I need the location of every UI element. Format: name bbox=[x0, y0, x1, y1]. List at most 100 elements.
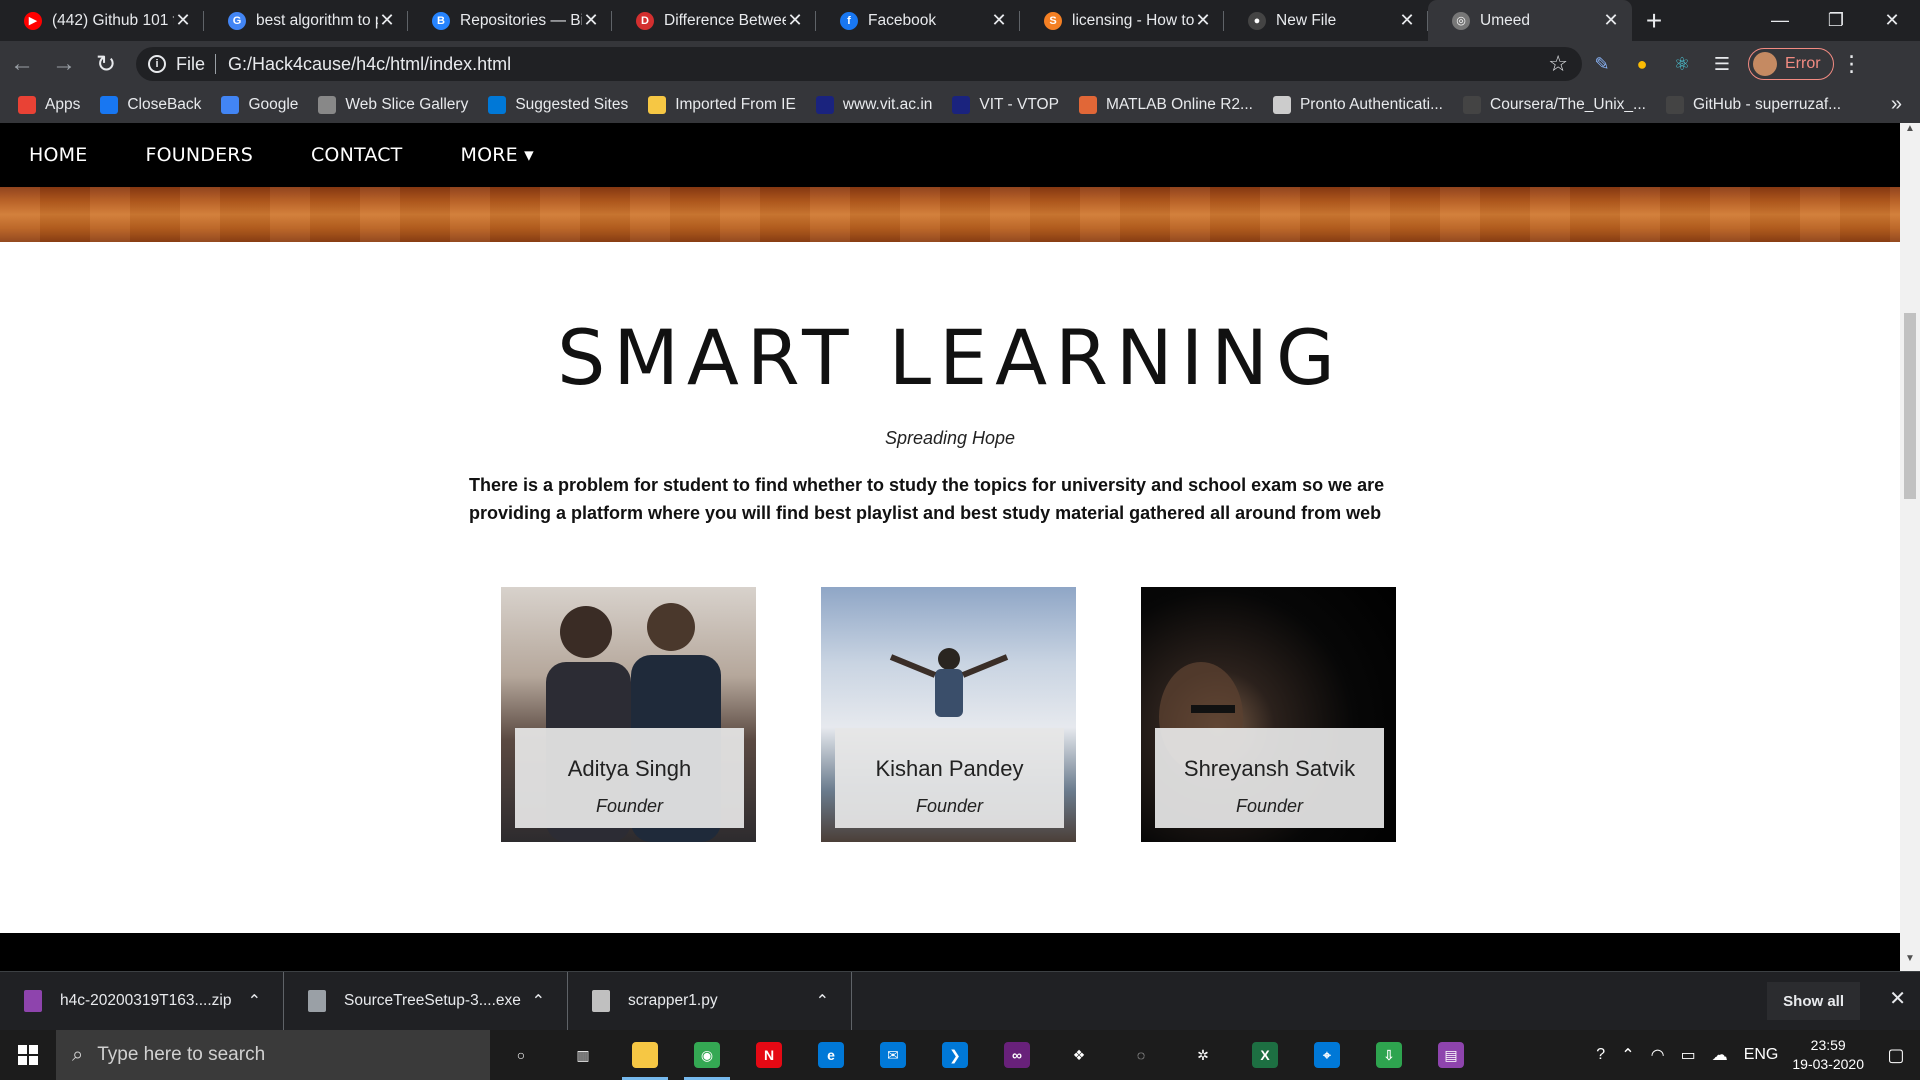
language-indicator[interactable]: ENG bbox=[1744, 1046, 1779, 1064]
file-explorer-icon[interactable] bbox=[614, 1030, 676, 1080]
avatar bbox=[1753, 52, 1777, 76]
browser-tab[interactable]: B Repositories — Bit ✕ bbox=[408, 0, 612, 41]
clock[interactable]: 23:59 19-03-2020 bbox=[1792, 1036, 1864, 1074]
download-list: h4c-20200319T163....zip ⌃ SourceTreeSetup-… bbox=[0, 971, 852, 1031]
chrome-icon[interactable]: ◉ bbox=[676, 1030, 738, 1080]
download-item[interactable]: SourceTreeSetup-3....exe ⌃ bbox=[284, 971, 568, 1031]
ring-app-icon[interactable]: ◌ bbox=[1110, 1030, 1172, 1080]
close-tab-icon[interactable]: ✕ bbox=[582, 10, 600, 31]
browser-tab[interactable]: ● New File ✕ bbox=[1224, 0, 1428, 41]
dropbox-icon[interactable]: ❖ bbox=[1048, 1030, 1110, 1080]
bookmark-item[interactable]: Suggested Sites bbox=[488, 96, 628, 114]
show-all-downloads-button[interactable]: Show all bbox=[1767, 982, 1860, 1020]
google-icon bbox=[221, 96, 240, 114]
close-tab-icon[interactable]: ✕ bbox=[990, 10, 1008, 31]
download-item[interactable]: scrapper1.py ⌃ bbox=[568, 971, 852, 1031]
forward-icon[interactable]: → bbox=[44, 44, 84, 84]
download-filename: scrapper1.py bbox=[628, 992, 718, 1009]
bookmark-item[interactable]: Web Slice Gallery bbox=[318, 96, 468, 114]
close-tab-icon[interactable]: ✕ bbox=[786, 10, 804, 31]
edge-icon[interactable]: e bbox=[800, 1030, 862, 1080]
menu-kebab-icon[interactable]: ⋮ bbox=[1834, 51, 1870, 77]
battery-icon[interactable]: ▭ bbox=[1681, 1045, 1696, 1065]
profile-button[interactable]: Error bbox=[1748, 48, 1834, 80]
founder-card[interactable]: Shreyansh Satvik Founder bbox=[1141, 587, 1396, 842]
mail-icon[interactable]: ✉ bbox=[862, 1030, 924, 1080]
winrar-icon bbox=[24, 990, 42, 1012]
wifi-icon[interactable]: ◠ bbox=[1651, 1045, 1665, 1065]
scroll-down-icon[interactable]: ▼ bbox=[1900, 953, 1920, 971]
tagline: Spreading Hope bbox=[884, 428, 1016, 448]
browser-tab[interactable]: D Difference Betwee ✕ bbox=[612, 0, 816, 41]
winrar-icon[interactable]: ▤ bbox=[1420, 1030, 1482, 1080]
site-info-icon[interactable]: i bbox=[148, 55, 166, 73]
netflix-icon[interactable]: N bbox=[738, 1030, 800, 1080]
founder-card[interactable]: Aditya Singh Founder bbox=[501, 587, 756, 842]
bookmark-star-icon[interactable]: ☆ bbox=[1548, 51, 1568, 77]
browser-tab[interactable]: f Facebook ✕ bbox=[816, 0, 1020, 41]
globe-icon: ◎ bbox=[1452, 11, 1470, 30]
bookmark-item[interactable]: Coursera/The_Unix_... bbox=[1463, 96, 1646, 114]
bookmark-item[interactable]: GitHub - superruzaf... bbox=[1665, 96, 1841, 114]
scroll-up-icon[interactable]: ▲ bbox=[1900, 123, 1920, 141]
restore-icon[interactable]: ❐ bbox=[1808, 0, 1864, 40]
browser-tab[interactable]: Gbest algorithm to p ✕ bbox=[204, 0, 408, 41]
spider-app-icon[interactable]: ✲ bbox=[1172, 1030, 1234, 1080]
more-bookmarks-icon[interactable]: » bbox=[1891, 93, 1902, 116]
extension-react-icon[interactable]: ⚛ bbox=[1662, 44, 1702, 84]
back-icon[interactable]: ← bbox=[2, 44, 42, 84]
browser-tab[interactable]: ◎ Umeed ✕ bbox=[1428, 0, 1632, 41]
bookmark-item[interactable]: VIT - VTOP bbox=[952, 96, 1059, 114]
extension-flame-icon[interactable]: ● bbox=[1622, 44, 1662, 84]
chevron-up-icon[interactable]: ⌃ bbox=[248, 991, 261, 1011]
onedrive-icon[interactable]: ☁ bbox=[1712, 1045, 1728, 1065]
vscode-icon[interactable]: ❯ bbox=[924, 1030, 986, 1080]
nav-founders[interactable]: FOUNDERS bbox=[116, 144, 282, 166]
new-tab-button[interactable]: + bbox=[1632, 0, 1676, 41]
help-icon[interactable]: ? bbox=[1596, 1046, 1605, 1064]
browser-tab[interactable]: Slicensing - How to ✕ bbox=[1020, 0, 1224, 41]
founder-name: Kishan Pandey bbox=[875, 756, 1024, 781]
task-view-icon[interactable]: ▥ bbox=[552, 1030, 614, 1080]
extension-pen-icon[interactable]: ✎ bbox=[1582, 44, 1622, 84]
maps-icon[interactable]: ⌖ bbox=[1296, 1030, 1358, 1080]
cloud-download-icon[interactable]: ⇩ bbox=[1358, 1030, 1420, 1080]
start-button[interactable] bbox=[0, 1030, 56, 1080]
close-shelf-icon[interactable]: ✕ bbox=[1889, 986, 1906, 1011]
show-hidden-icons-icon[interactable]: ⌃ bbox=[1621, 1045, 1634, 1065]
address-bar[interactable]: i File G:/Hack4cause/h4c/html/index.html… bbox=[136, 47, 1582, 81]
bookmark-item[interactable]: www.vit.ac.in bbox=[815, 96, 932, 114]
close-window-icon[interactable]: ✕ bbox=[1864, 0, 1920, 40]
google-icon: G bbox=[228, 11, 246, 30]
bookmark-item[interactable]: Apps bbox=[18, 96, 80, 114]
close-tab-icon[interactable]: ✕ bbox=[1398, 10, 1416, 31]
minimize-icon[interactable]: — bbox=[1752, 0, 1808, 40]
bookmark-item[interactable]: Google bbox=[221, 96, 298, 114]
close-tab-icon[interactable]: ✕ bbox=[1194, 10, 1212, 31]
nav-contact[interactable]: CONTACT bbox=[282, 144, 432, 166]
vertical-scrollbar[interactable]: ▲ ▼ bbox=[1900, 123, 1920, 971]
media-queue-icon[interactable]: ☰ bbox=[1702, 44, 1742, 84]
excel-icon[interactable]: X bbox=[1234, 1030, 1296, 1080]
bookmark-item[interactable]: Pronto Authenticati... bbox=[1272, 96, 1443, 114]
bookmark-item[interactable]: Imported From IE bbox=[648, 96, 796, 114]
browser-tab[interactable]: ▶ (442) Github 101 fo ✕ bbox=[0, 0, 204, 41]
nav-home[interactable]: HOME bbox=[0, 144, 116, 166]
url-text[interactable]: G:/Hack4cause/h4c/html/index.html bbox=[228, 54, 1548, 75]
chevron-up-icon[interactable]: ⌃ bbox=[532, 991, 545, 1011]
notifications-icon[interactable]: ▢ bbox=[1878, 1037, 1914, 1073]
bookmark-item[interactable]: CloseBack bbox=[100, 96, 201, 114]
close-tab-icon[interactable]: ✕ bbox=[378, 10, 396, 31]
visual-studio-icon[interactable]: ∞ bbox=[986, 1030, 1048, 1080]
nav-more-dropdown[interactable]: MORE ▾ bbox=[431, 144, 562, 166]
cortana-icon[interactable]: ○ bbox=[490, 1030, 552, 1080]
founder-card[interactable]: Kishan Pandey Founder bbox=[821, 587, 1076, 842]
close-tab-icon[interactable]: ✕ bbox=[1602, 10, 1620, 31]
close-tab-icon[interactable]: ✕ bbox=[174, 10, 192, 31]
reload-icon[interactable]: ↻ bbox=[86, 44, 126, 84]
download-item[interactable]: h4c-20200319T163....zip ⌃ bbox=[0, 971, 284, 1031]
chevron-up-icon[interactable]: ⌃ bbox=[816, 991, 829, 1011]
scrollbar-thumb[interactable] bbox=[1904, 313, 1916, 499]
taskbar-search[interactable]: ⌕ Type here to search bbox=[56, 1030, 490, 1080]
bookmark-item[interactable]: MATLAB Online R2... bbox=[1078, 96, 1253, 114]
